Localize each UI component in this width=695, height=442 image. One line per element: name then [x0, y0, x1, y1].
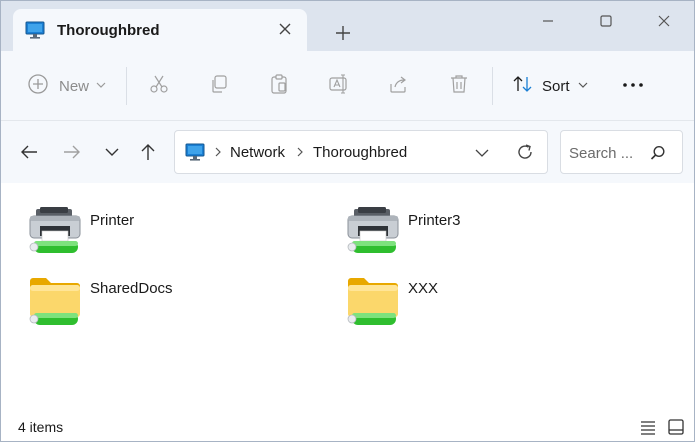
close-tab-icon[interactable] — [277, 21, 293, 37]
close-window-icon[interactable] — [649, 9, 679, 33]
chevron-down-icon — [578, 82, 588, 88]
new-button[interactable]: New — [27, 73, 109, 99]
list-item-xxx[interactable]: XXX — [346, 275, 596, 335]
folder-icon — [347, 278, 398, 325]
list-item-printer[interactable]: Printer — [28, 207, 278, 267]
chevron-right-icon — [215, 147, 221, 157]
list-item-shareddocs[interactable]: SharedDocs — [28, 275, 278, 335]
computer-monitor-icon — [185, 143, 205, 161]
delete-button[interactable] — [448, 73, 470, 99]
sort-arrows-icon — [513, 76, 532, 92]
tab-thoroughbred[interactable]: Thoroughbred — [13, 9, 307, 51]
search-icon[interactable] — [649, 144, 667, 162]
printer-icon — [29, 207, 81, 253]
chevron-right-icon — [297, 147, 303, 157]
item-label: Printer3 — [408, 212, 461, 229]
tiles-view-icon[interactable] — [667, 418, 685, 436]
scissors-icon — [150, 75, 168, 93]
paste-button[interactable] — [268, 73, 290, 99]
list-item-printer3[interactable]: Printer3 — [346, 207, 596, 267]
item-label: Printer — [90, 212, 135, 229]
toolbar-divider — [126, 67, 127, 105]
toolbar-divider — [492, 67, 493, 105]
item-label: SharedDocs — [90, 280, 173, 297]
folder-icon — [29, 278, 80, 325]
details-view-icon[interactable] — [639, 418, 657, 436]
item-label: XXX — [408, 280, 439, 297]
chevron-down-icon[interactable] — [473, 144, 491, 162]
navigation-bar: Network Thoroughbred — [1, 121, 694, 183]
title-bar: Thoroughbred — [1, 1, 694, 51]
forward-arrow-icon[interactable] — [61, 141, 83, 163]
rename-icon — [329, 74, 347, 94]
minimize-icon[interactable] — [533, 9, 563, 33]
item-count: 4 items — [18, 419, 64, 435]
share-button[interactable] — [388, 73, 410, 99]
new-tab-icon[interactable] — [333, 23, 353, 43]
command-bar: New Sort — [1, 51, 694, 121]
up-arrow-icon[interactable] — [137, 141, 159, 163]
chevron-down-icon — [96, 82, 106, 88]
search-input[interactable] — [569, 142, 644, 164]
search-box — [560, 130, 683, 174]
copy-button[interactable] — [208, 73, 230, 99]
recent-locations-chevron-icon[interactable] — [101, 141, 123, 163]
cut-button[interactable] — [148, 73, 170, 99]
maximize-icon[interactable] — [591, 9, 621, 33]
back-arrow-icon[interactable] — [18, 141, 40, 163]
printer-icon — [347, 207, 399, 253]
more-options-button[interactable] — [621, 73, 645, 99]
file-list: Printer Printer3 SharedDocs XXX — [1, 183, 694, 403]
explorer-window: Thoroughbred New Sort Network Thoroughbr… — [0, 0, 695, 442]
computer-monitor-icon — [25, 21, 45, 39]
plus-circle-icon — [28, 74, 48, 94]
status-bar: 4 items — [1, 411, 694, 441]
tab-title: Thoroughbred — [57, 22, 160, 39]
clipboard-icon — [271, 74, 287, 94]
breadcrumb-network[interactable]: Network — [230, 144, 285, 161]
refresh-icon[interactable] — [515, 142, 535, 162]
breadcrumb-thoroughbred[interactable]: Thoroughbred — [313, 144, 407, 161]
new-button-label: New — [59, 78, 90, 95]
copy-icon — [212, 75, 227, 93]
sort-button[interactable]: Sort — [512, 73, 592, 99]
address-bar[interactable]: Network Thoroughbred — [174, 130, 548, 174]
trash-icon — [451, 75, 467, 93]
rename-button[interactable] — [328, 73, 350, 99]
share-icon — [390, 76, 406, 93]
more-dots-icon — [623, 83, 643, 87]
sort-button-label: Sort — [542, 78, 570, 95]
